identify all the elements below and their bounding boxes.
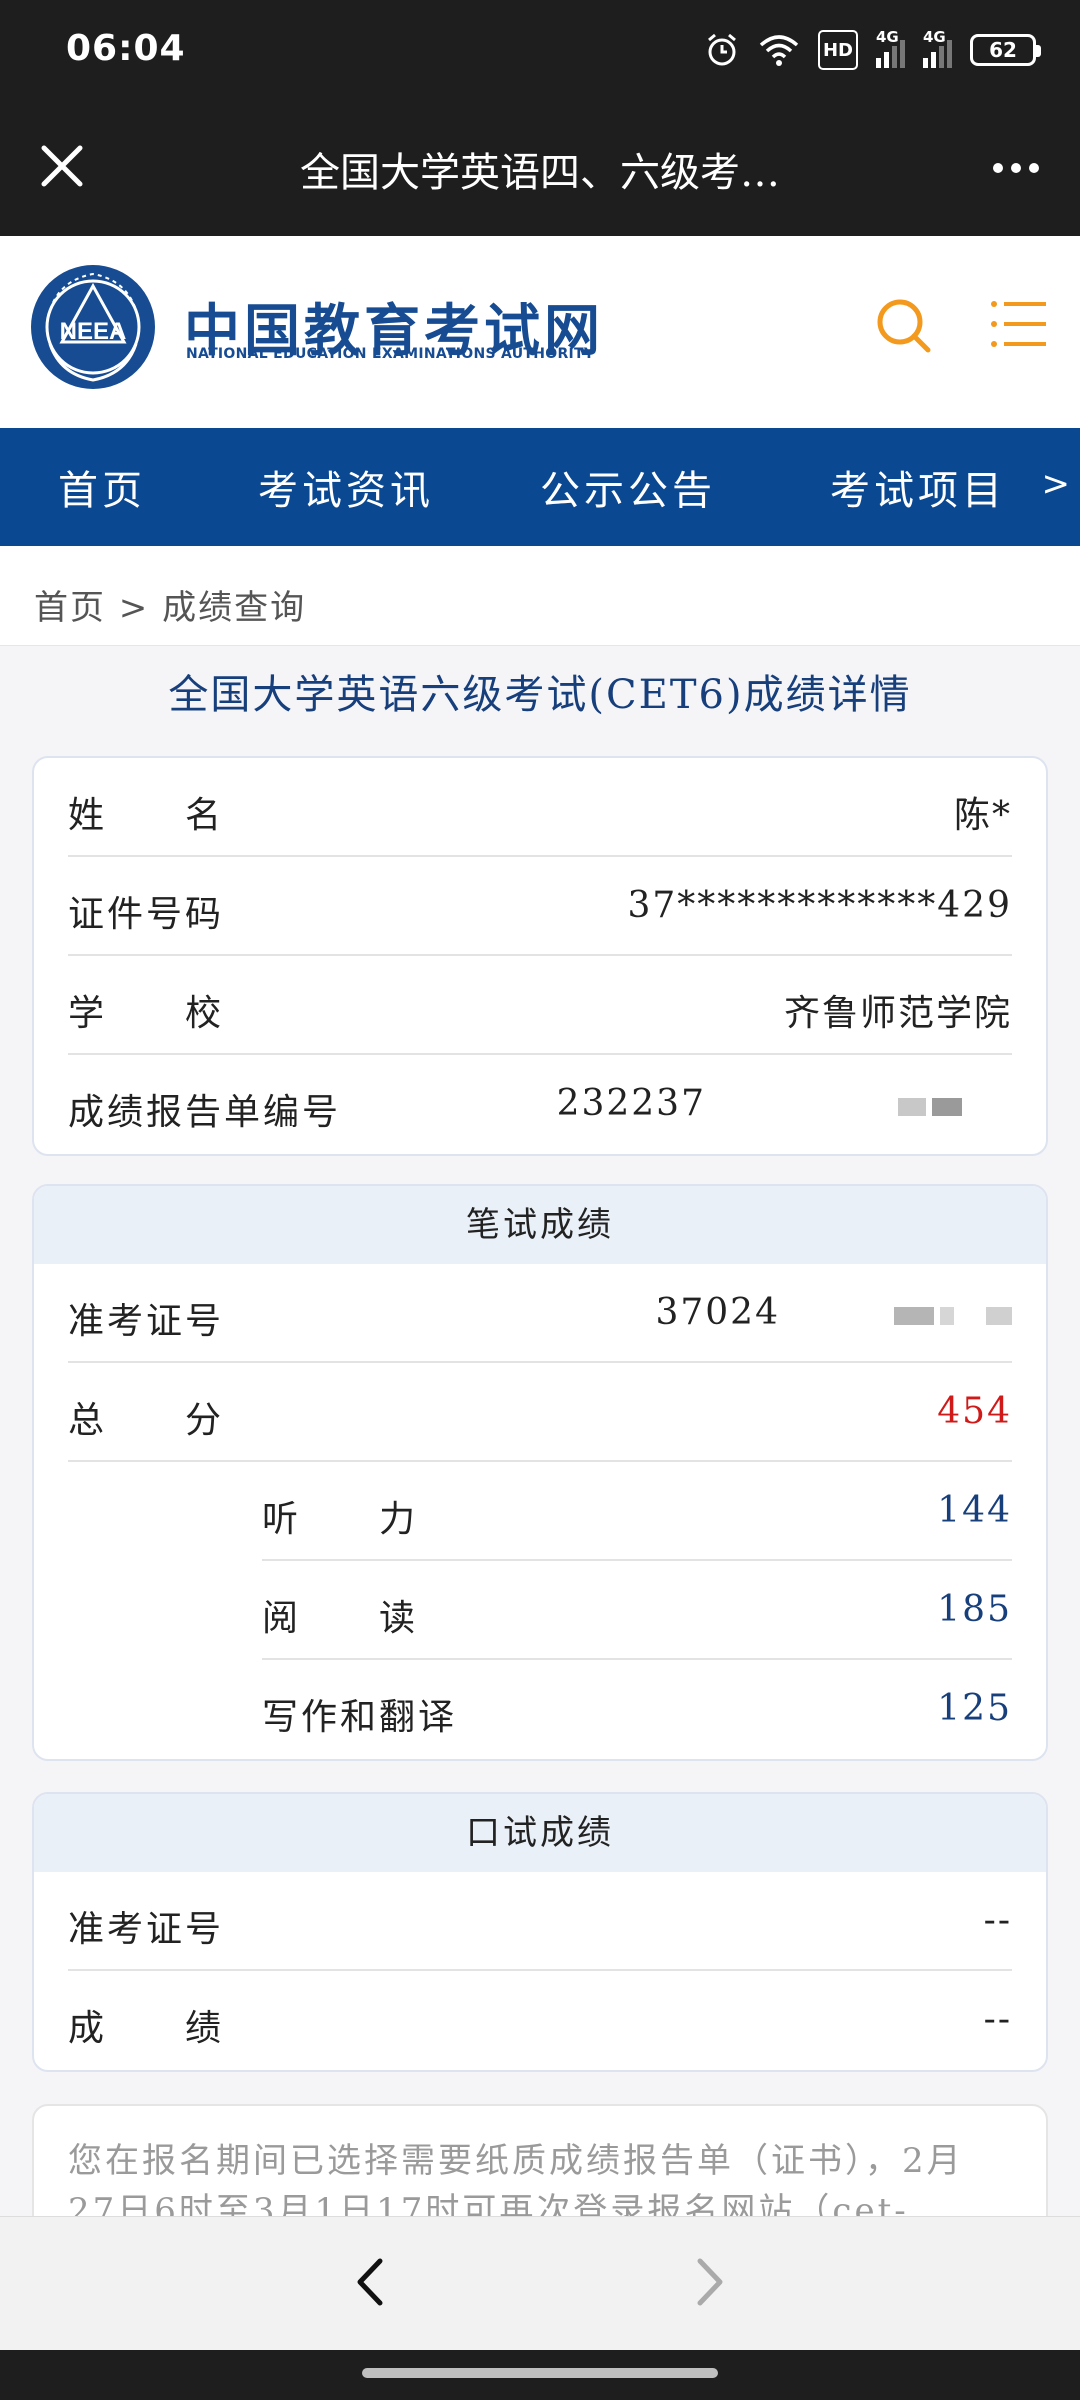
info-row-report: 成绩报告单编号 232237 <box>68 1055 1012 1154</box>
status-bar: 06:04 HD 4G 4G 62 <box>0 0 1080 100</box>
notice-text: 您在报名期间已选择需要纸质成绩报告单（证书），2月27日6时至3月1日17时可再… <box>68 2141 964 2216</box>
page-title: 全国大学英语四、六级考… <box>300 150 780 196</box>
alarm-icon <box>704 30 740 70</box>
signal-icon: 4G <box>876 28 905 68</box>
forward-button[interactable] <box>680 2247 740 2317</box>
listening-value: 144 <box>937 1490 1012 1531</box>
redacted-mark <box>832 1288 1012 1344</box>
school-label: 学 校 <box>68 993 225 1034</box>
info-row-name: 姓 名 陈* <box>68 758 1012 857</box>
report-number-value: 232237 <box>556 1083 706 1124</box>
chevron-right-icon <box>697 2258 723 2306</box>
oral-score-label: 成 绩 <box>68 2008 225 2049</box>
written-row-ticket: 准考证号 37024 <box>68 1264 1012 1363</box>
personal-info-card: 姓 名 陈* 证件号码 37*************429 学 校 齐鲁师范学… <box>32 756 1048 1156</box>
close-button[interactable] <box>30 134 94 198</box>
network-label: 4G <box>923 28 946 46</box>
close-icon <box>41 145 83 187</box>
report-number-label: 成绩报告单编号 <box>68 1092 342 1133</box>
name-value: 陈* <box>953 795 1012 836</box>
back-button[interactable] <box>340 2247 400 2317</box>
score-detail-title: 全国大学英语六级考试(CET6)成绩详情 <box>168 672 912 718</box>
written-score-card: 笔试成绩 准考证号 37024 总 分 454 听 力 144 阅 读 185 … <box>32 1184 1048 1761</box>
battery-icon: 62 <box>970 34 1041 66</box>
menu-button[interactable] <box>990 294 1048 354</box>
site-logo-subtitle: NATIONAL EDUCATION EXAMINATIONS AUTHORIT… <box>186 346 595 362</box>
status-time: 06:04 <box>66 28 186 69</box>
browser-bottom-bar <box>0 2216 1080 2350</box>
nav-item-exam-projects[interactable]: 考试项目 <box>830 458 1006 516</box>
search-icon <box>877 299 931 353</box>
oral-score-value: -- <box>983 1999 1012 2040</box>
hd-icon: HD <box>817 30 858 70</box>
nav-item-news[interactable]: 考试资讯 <box>258 458 434 516</box>
reading-value: 185 <box>937 1589 1012 1630</box>
writing-value: 125 <box>937 1688 1012 1729</box>
id-label: 证件号码 <box>68 894 225 935</box>
oral-ticket-label: 准考证号 <box>68 1909 225 1950</box>
written-row-reading: 阅 读 185 <box>262 1561 1012 1660</box>
content-area[interactable]: 全国大学英语六级考试(CET6)成绩详情 姓 名 陈* 证件号码 37*****… <box>0 646 1080 2216</box>
oral-row-score: 成 绩 -- <box>68 1971 1012 2070</box>
redacted-mark <box>812 1079 1012 1135</box>
listening-label: 听 力 <box>262 1499 419 1540</box>
breadcrumb-area: 首页 > 成绩查询 <box>0 546 1080 646</box>
more-button[interactable] <box>986 140 1046 196</box>
emblem-text: NEEA <box>60 318 127 345</box>
site-header: NEEA 中国教育考试网 NATIONAL EDUCATION EXAMINAT… <box>0 236 1080 428</box>
written-row-writing: 写作和翻译 125 <box>262 1660 1012 1759</box>
chevron-left-icon <box>357 2258 383 2306</box>
nav-more-icon[interactable]: > <box>1042 464 1071 504</box>
written-score-header: 笔试成绩 <box>34 1186 1046 1264</box>
written-ticket-label: 准考证号 <box>68 1301 225 1342</box>
total-score-label: 总 分 <box>68 1400 225 1441</box>
home-strip <box>0 2350 1080 2400</box>
info-row-school: 学 校 齐鲁师范学院 <box>68 956 1012 1055</box>
reading-label: 阅 读 <box>262 1598 419 1639</box>
breadcrumb[interactable]: 首页 > 成绩查询 <box>34 580 306 629</box>
name-label: 姓 名 <box>68 795 225 836</box>
school-value: 齐鲁师范学院 <box>783 993 1012 1034</box>
search-button[interactable] <box>874 296 934 356</box>
written-ticket-value: 37024 <box>655 1292 780 1333</box>
oral-score-header: 口试成绩 <box>34 1794 1046 1872</box>
notice-card: 您在报名期间已选择需要纸质成绩报告单（证书），2月27日6时至3月1日17时可再… <box>32 2104 1048 2216</box>
title-bar: 全国大学英语四、六级考… <box>0 100 1080 236</box>
nav-item-announcements[interactable]: 公示公告 <box>540 458 716 516</box>
oral-ticket-value: -- <box>983 1900 1012 1941</box>
nav-item-home[interactable]: 首页 <box>58 458 146 516</box>
id-value: 37*************429 <box>627 885 1012 926</box>
neea-emblem-icon[interactable]: NEEA <box>30 264 156 390</box>
wifi-icon <box>758 30 800 70</box>
info-row-id: 证件号码 37*************429 <box>68 857 1012 956</box>
written-row-listening: 听 力 144 <box>262 1462 1012 1561</box>
writing-label: 写作和翻译 <box>262 1697 458 1738</box>
status-icons: HD 4G 4G 62 <box>704 28 1041 72</box>
oral-row-ticket: 准考证号 -- <box>68 1872 1012 1971</box>
oral-score-card: 口试成绩 准考证号 -- 成 绩 -- <box>32 1792 1048 2072</box>
written-row-total: 总 分 454 <box>68 1363 1012 1462</box>
network-label: 4G <box>876 28 899 46</box>
signal-icon: 4G <box>923 28 952 68</box>
main-nav: 首页 考试资讯 公示公告 考试项目 > <box>0 428 1080 546</box>
home-indicator[interactable] <box>362 2368 718 2378</box>
menu-icon <box>991 301 1046 347</box>
total-score-value: 454 <box>937 1391 1012 1432</box>
battery-level: 62 <box>989 38 1017 62</box>
more-icon <box>993 163 1003 173</box>
